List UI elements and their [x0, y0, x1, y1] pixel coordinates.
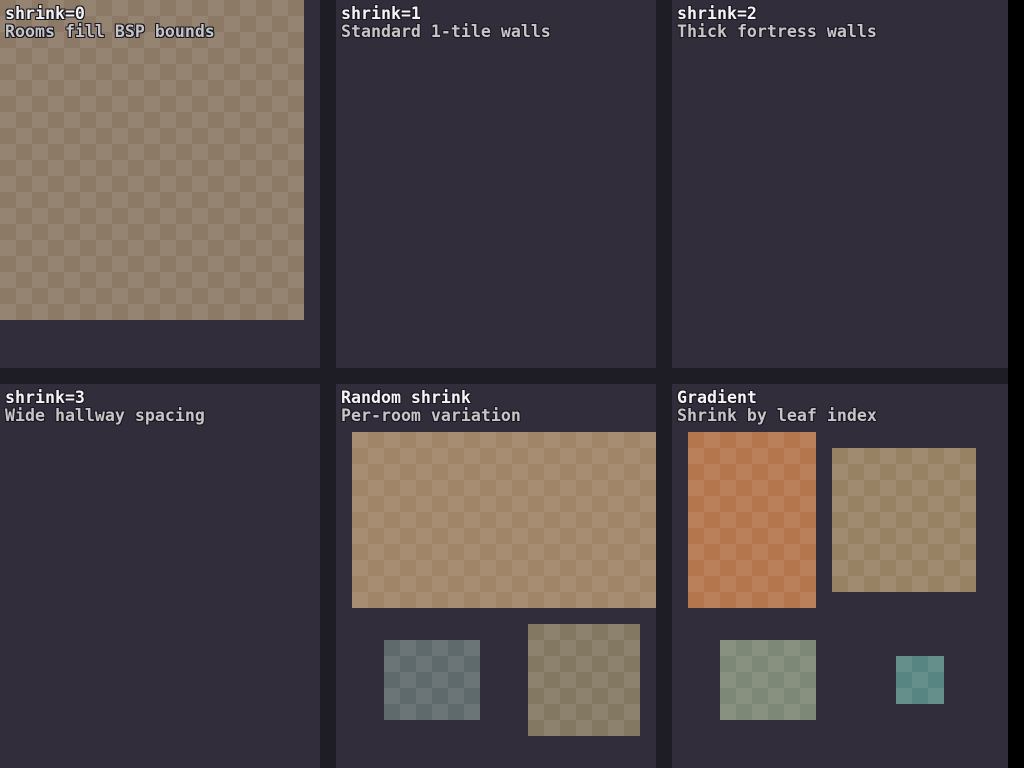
dungeon-room: [0, 0, 304, 320]
panel-grid: shrink=0 Rooms fill BSP bounds shrink=1 …: [0, 0, 1008, 768]
panel-header: shrink=2 Thick fortress walls: [677, 5, 877, 41]
panel-subtitle: Wide hallway spacing: [5, 407, 205, 425]
dungeon-room: [688, 432, 816, 608]
screen-edge: [1008, 0, 1024, 768]
panel-title: Random shrink: [341, 389, 521, 407]
panel-title: shrink=1: [341, 5, 551, 23]
panel-title: shrink=2: [677, 5, 877, 23]
panel-title: Gradient: [677, 389, 877, 407]
bsp-shrink-demo-screen: shrink=0 Rooms fill BSP bounds shrink=1 …: [0, 0, 1024, 768]
panel-title: shrink=0: [5, 5, 215, 23]
panel-header: shrink=3 Wide hallway spacing: [5, 389, 205, 425]
panel-header: shrink=1 Standard 1-tile walls: [341, 5, 551, 41]
panel-title: shrink=3: [5, 389, 205, 407]
panel-shrink-0: shrink=0 Rooms fill BSP bounds: [0, 0, 320, 368]
panel-subtitle: Thick fortress walls: [677, 23, 877, 41]
panel-shrink-1: shrink=1 Standard 1-tile walls: [336, 0, 656, 368]
dungeon-room: [384, 640, 480, 720]
panel-header: Gradient Shrink by leaf index: [677, 389, 877, 425]
dungeon-room: [832, 448, 976, 592]
panel-subtitle: Standard 1-tile walls: [341, 23, 551, 41]
panel-shrink-3: shrink=3 Wide hallway spacing: [0, 384, 320, 768]
dungeon-room: [896, 656, 944, 704]
panel-header: Random shrink Per-room variation: [341, 389, 521, 425]
dungeon-room: [352, 432, 656, 608]
panel-header: shrink=0 Rooms fill BSP bounds: [5, 5, 215, 41]
panel-random-shrink: Random shrink Per-room variation: [336, 384, 656, 768]
panel-subtitle: Per-room variation: [341, 407, 521, 425]
dungeon-room: [720, 640, 816, 720]
panel-subtitle: Rooms fill BSP bounds: [5, 23, 215, 41]
panel-subtitle: Shrink by leaf index: [677, 407, 877, 425]
dungeon-room: [528, 624, 640, 736]
panel-gradient: Gradient Shrink by leaf index: [672, 384, 1008, 768]
panel-shrink-2: shrink=2 Thick fortress walls: [672, 0, 1008, 368]
